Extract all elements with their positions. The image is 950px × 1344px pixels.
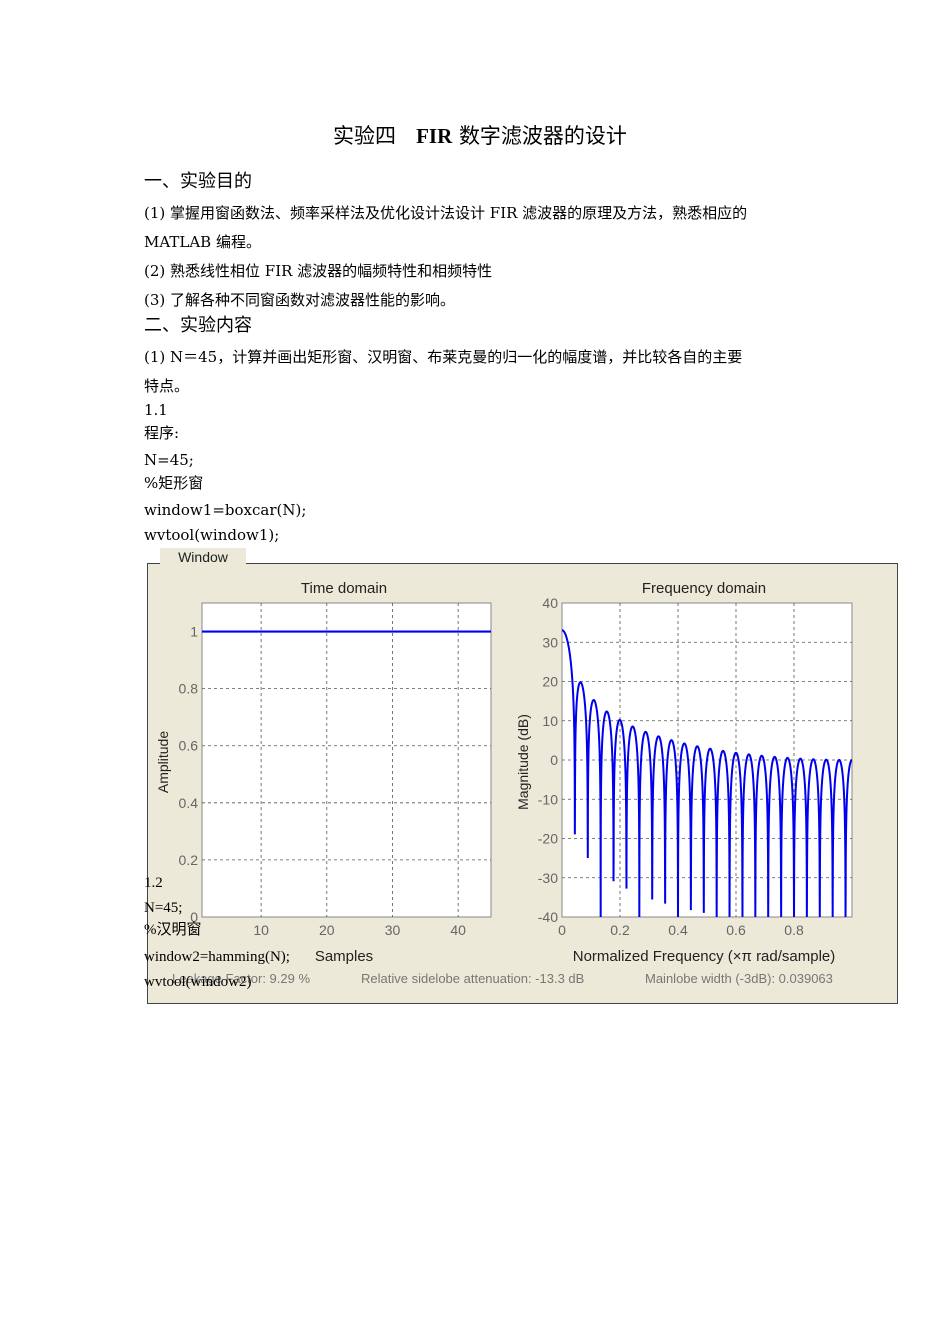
time-axes	[201, 602, 492, 918]
overlay-code-line: N=45;	[144, 900, 183, 916]
y-tick-label: -30	[538, 870, 558, 886]
y-tick-label: -40	[538, 909, 558, 925]
mainlobe-width: Mainlobe width (-3dB): 0.039063	[645, 971, 833, 986]
y-tick-label: 20	[542, 674, 558, 690]
x-tick-label: 0.4	[668, 922, 688, 938]
overlay-code-line: 1.2	[144, 875, 163, 891]
overlay-code-line: %汉明窗	[144, 922, 202, 938]
x-tick-label: 20	[319, 922, 335, 938]
y-tick-label: 0.2	[179, 852, 199, 868]
sidelobe-attenuation: Relative sidelobe attenuation: -13.3 dB	[361, 971, 584, 986]
freq-domain-title: Frequency domain	[642, 580, 766, 597]
window-viewer-plots: Time domain 10 20 30 40 0 0.2 0.4 0.6 0.8 1 Ampli…	[155, 580, 853, 986]
x-tick-label: 0.6	[726, 922, 746, 938]
x-tick-label: 30	[385, 922, 401, 938]
x-tick-label: 0	[558, 922, 566, 938]
y-tick-label: 0.4	[179, 795, 199, 811]
overlay-code-line: window2=hamming(N);	[144, 949, 290, 965]
freq-ylabel: Magnitude (dB)	[515, 714, 531, 810]
x-tick-label: 40	[450, 922, 466, 938]
y-tick-label: 0.8	[179, 681, 199, 697]
y-tick-label: 30	[542, 634, 558, 650]
y-tick-label: 10	[542, 713, 558, 729]
freq-xlabel: Normalized Frequency (×π rad/sample)	[573, 948, 836, 965]
time-ylabel: Amplitude	[155, 731, 171, 793]
y-tick-label: 0.6	[179, 738, 199, 754]
x-tick-label: 0.2	[610, 922, 630, 938]
y-tick-label: 1	[190, 624, 198, 640]
time-domain-title: Time domain	[301, 580, 387, 597]
y-tick-label: 0	[550, 752, 558, 768]
frequency-domain-plot: Frequency domain 0 0.2 0.4 0.6 0.8 -40 -30 -20 -…	[515, 580, 853, 965]
x-tick-label: 10	[253, 922, 269, 938]
y-tick-label: -20	[538, 831, 558, 847]
y-tick-label: -10	[538, 791, 558, 807]
time-xlabel: Samples	[315, 948, 373, 965]
time-domain-plot: Time domain 10 20 30 4000.20.40.60.81 Ampli…	[155, 580, 492, 965]
y-tick-label: 40	[542, 595, 558, 611]
x-tick-label: 0.8	[784, 922, 804, 938]
overlay-code-line: wvtool(window2)	[144, 974, 252, 990]
